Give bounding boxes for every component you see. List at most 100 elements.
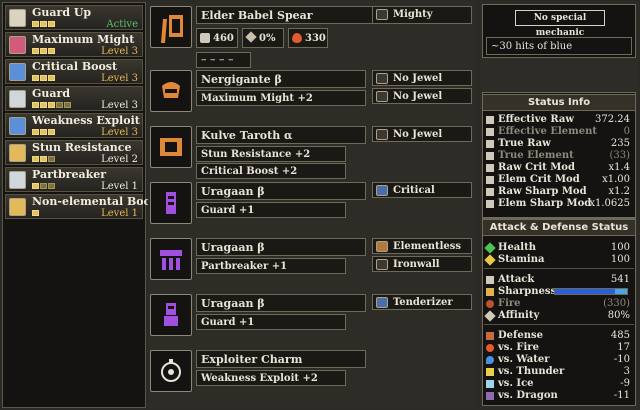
- status-value: 372.24: [595, 114, 630, 125]
- skill-item[interactable]: Weakness Exploit Level 3: [5, 113, 143, 138]
- fire-icon: [292, 33, 302, 43]
- skill-pip: [40, 183, 47, 189]
- divider: [484, 324, 634, 325]
- jewel-icon: [376, 129, 388, 140]
- armor-skill: Stun Resistance +2: [196, 146, 346, 162]
- jewel-slot[interactable]: Elementless: [372, 238, 472, 254]
- skill-level: Level 3: [101, 127, 138, 138]
- skill-pip: [48, 183, 55, 189]
- skill-level-pips: [32, 48, 55, 54]
- status-row: Elem Sharp Mod x1.0625: [484, 198, 634, 209]
- jewel-slot[interactable]: No Jewel: [372, 126, 472, 142]
- attack-row: Attack 541: [484, 274, 634, 285]
- skill-name: Partbreaker: [32, 168, 107, 181]
- mechanic-description: ~30 hits of blue: [486, 37, 632, 55]
- vs-water-row: vs. Water -10: [484, 354, 634, 365]
- status-value: x1.00: [602, 174, 630, 185]
- skill-pip: [32, 75, 39, 81]
- divider: [484, 268, 634, 269]
- skill-item[interactable]: Partbreaker Level 1: [5, 167, 143, 192]
- skill-item[interactable]: Critical Boost Level 3: [5, 59, 143, 84]
- status-icon: [486, 200, 494, 208]
- status-row: Raw Sharp Mod x1.2: [484, 186, 634, 197]
- armor-name: Uragaan β: [196, 294, 366, 312]
- vs-fire-row: vs. Fire 17: [484, 342, 634, 353]
- skill-item[interactable]: Maximum Might Level 3: [5, 32, 143, 57]
- status-value: x1.2: [608, 186, 630, 197]
- skill-name: Guard: [32, 87, 71, 100]
- status-icon: [486, 116, 494, 124]
- status-value: 0: [623, 126, 630, 137]
- skill-level-pips: [32, 21, 55, 27]
- vs-ice-row: vs. Ice -9: [484, 378, 634, 389]
- affinity-icon: [245, 31, 257, 43]
- skill-pip: [32, 21, 39, 27]
- skill-level: Level 1: [101, 181, 138, 192]
- armor-name: Uragaan β: [196, 182, 366, 200]
- skill-level-pips: [32, 102, 71, 108]
- weapon-affinity: 0%: [242, 28, 284, 48]
- jewel-slot[interactable]: No Jewel: [372, 70, 472, 86]
- skill-level: Level 3: [101, 100, 138, 111]
- skill-name: Critical Boost: [32, 60, 118, 73]
- waist-armor-icon: [150, 238, 192, 280]
- augment-icon: [376, 9, 388, 20]
- status-row: True Element (33): [484, 150, 634, 161]
- skill-icon: [9, 90, 26, 108]
- skill-pip: [40, 129, 47, 135]
- skill-level-pips: [32, 156, 55, 162]
- skill-pip: [40, 75, 47, 81]
- skill-name: Stun Resistance: [32, 141, 132, 154]
- status-icon: [486, 176, 494, 184]
- skill-pip: [40, 102, 47, 108]
- defense-icon: [486, 332, 494, 340]
- skill-pip: [32, 129, 39, 135]
- mechanic-title: No special mechanic: [515, 10, 605, 38]
- vs-dragon-row: vs. Dragon -11: [484, 390, 634, 401]
- attack-icon: [486, 276, 494, 284]
- sharpness-row: Sharpness: [484, 286, 634, 297]
- weapon-element: 330: [288, 28, 328, 48]
- skill-item[interactable]: Non-elemental Boost Level 1: [5, 194, 162, 219]
- skill-pip: [40, 48, 47, 54]
- health-row: Health 100: [484, 242, 634, 254]
- skill-item[interactable]: Guard Level 3: [5, 86, 143, 111]
- skill-pip: [48, 102, 55, 108]
- jewel-icon: [376, 73, 388, 84]
- skill-pip: [48, 21, 55, 27]
- head-armor-icon: [150, 70, 192, 112]
- skill-name: Guard Up: [32, 6, 92, 19]
- arms-armor-icon: [150, 182, 192, 224]
- skill-level-pips: [32, 183, 55, 189]
- status-value: x1.4: [608, 162, 630, 173]
- sharpness-fill: [555, 289, 615, 294]
- status-value: (33): [609, 150, 630, 161]
- skill-name: Maximum Might: [32, 33, 135, 46]
- jewel-slot[interactable]: No Jewel: [372, 88, 472, 104]
- jewel-slot[interactable]: Critical: [372, 182, 472, 198]
- dragon-icon: [486, 392, 494, 400]
- armor-skill: Partbreaker +1: [196, 258, 346, 274]
- sharpness-icon: [486, 288, 494, 296]
- jewel-icon: [376, 297, 388, 308]
- status-info-header: Status Info: [482, 94, 636, 111]
- skill-icon: [9, 117, 26, 135]
- attack-defense-header: Attack & Defense Status: [482, 219, 636, 236]
- jewel-icon: [376, 91, 388, 102]
- armor-name: Uragaan β: [196, 238, 366, 256]
- skill-name: Weakness Exploit: [32, 114, 140, 127]
- skill-item[interactable]: Stun Resistance Level 2: [5, 140, 143, 165]
- armor-skill-2: Critical Boost +2: [196, 163, 346, 179]
- sharpness-bar: [554, 288, 628, 295]
- jewel-slot[interactable]: Tenderizer: [372, 294, 472, 310]
- status-row: Effective Raw 372.24: [484, 114, 634, 125]
- skill-pip: [48, 156, 55, 162]
- status-label: Effective Raw: [498, 114, 574, 125]
- stamina-row: Stamina 100: [484, 254, 634, 266]
- sharpness-fill-white: [615, 289, 627, 294]
- skill-icon: [9, 63, 26, 81]
- skill-pip: [48, 75, 55, 81]
- skill-item[interactable]: Guard Up Active: [5, 5, 143, 30]
- weapon-augment[interactable]: Mighty: [372, 6, 472, 24]
- jewel-slot[interactable]: Ironwall: [372, 256, 472, 272]
